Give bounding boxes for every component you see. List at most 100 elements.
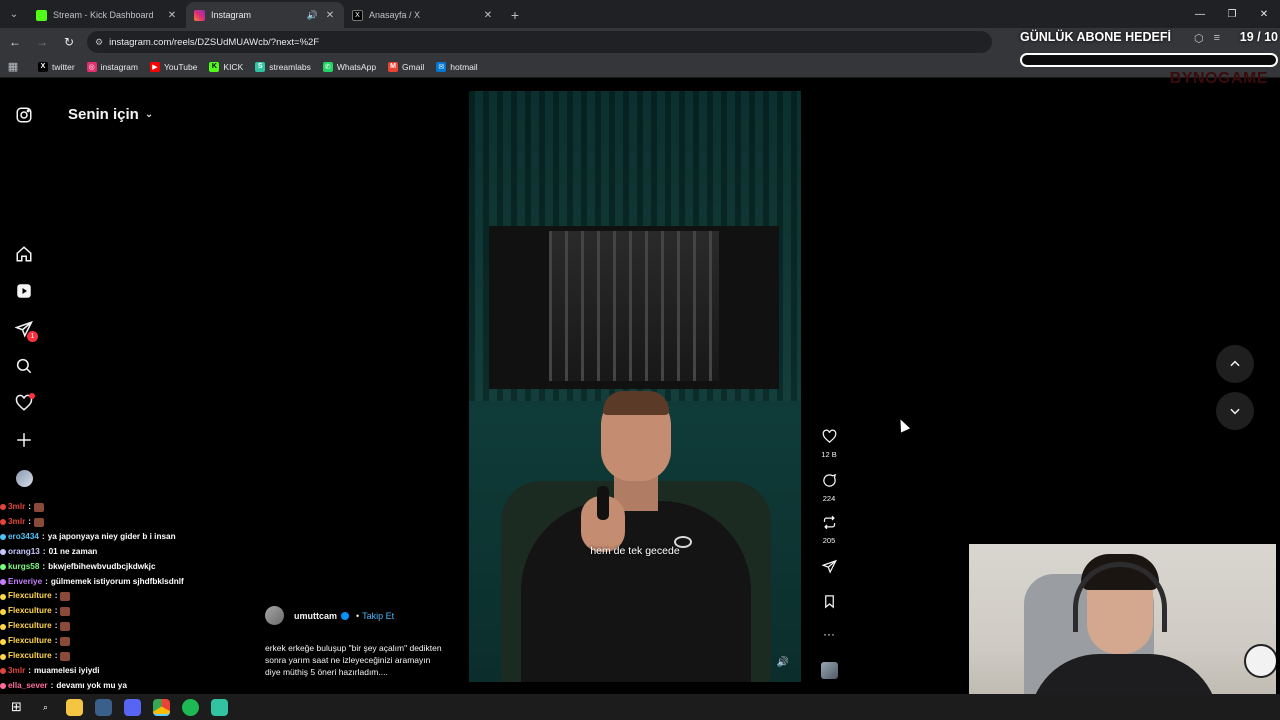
audio-thumbnail[interactable] <box>817 662 841 679</box>
brand-watermark: BYNOGAME <box>1169 70 1268 87</box>
minimize-icon[interactable]: — <box>1184 0 1216 28</box>
chat-message: kurgs58: bkwjefbihewbvudbcjkdwkjc <box>0 560 260 575</box>
share-paper-plane-icon <box>820 559 837 574</box>
close-window-icon[interactable]: ✕ <box>1248 0 1280 28</box>
share-button[interactable] <box>817 559 841 579</box>
bookmark-streamlabs[interactable]: Sstreamlabs <box>255 61 311 72</box>
bookmark-youtube[interactable]: ▶ YouTube <box>150 61 197 72</box>
x-favicon-icon: X <box>352 9 363 21</box>
soccer-ball-image <box>1244 644 1276 678</box>
chat-message: Flexculture: <box>0 604 260 619</box>
chat-badge-icon <box>0 519 6 526</box>
reel-video[interactable]: hem de tek gecede 🔊 <box>469 91 801 682</box>
author-avatar[interactable] <box>265 606 284 625</box>
back-arrow-icon[interactable]: ← <box>3 30 27 54</box>
chat-separator: : <box>28 665 32 675</box>
streamlabs-icon[interactable] <box>211 698 228 716</box>
discord-icon[interactable] <box>124 698 141 716</box>
home-icon[interactable] <box>14 244 34 264</box>
save-button[interactable] <box>817 594 841 614</box>
chat-separator: : <box>54 606 58 616</box>
comment-button[interactable]: 224 <box>817 473 841 503</box>
chat-separator: : <box>54 591 58 601</box>
chat-badge-icon <box>0 564 6 571</box>
apps-grid-icon[interactable]: ▦ <box>0 60 26 73</box>
author-username[interactable]: umuttcam <box>294 611 337 621</box>
reels-icon[interactable] <box>14 281 34 301</box>
whatsapp-logo-icon: ✆ <box>322 61 333 72</box>
file-explorer-icon[interactable] <box>66 698 83 716</box>
restore-icon[interactable]: ❐ <box>1216 0 1248 28</box>
feed-title: Senin için <box>68 106 139 123</box>
chat-separator: : <box>28 516 32 526</box>
forward-arrow-icon[interactable]: → <box>30 30 54 54</box>
tab-kick-dashboard[interactable]: Stream - Kick Dashboard ✕ <box>28 2 186 28</box>
reload-icon[interactable]: ↻ <box>57 30 81 54</box>
subscriber-goal-widget: GÜNLÜK ABONE HEDEFİ 19 / 10 <box>1020 30 1278 67</box>
video-subtitle: hem de tek gecede <box>590 545 680 557</box>
bookmark-hotmail[interactable]: ✉ hotmail <box>436 61 478 72</box>
windows-start-icon[interactable]: ⊞ <box>8 699 25 716</box>
feed-selector[interactable]: Senin için ⌄ <box>68 106 153 123</box>
chat-message: Flexculture: <box>0 649 260 664</box>
bookmark-twitter[interactable]: Xtwitter <box>38 61 75 72</box>
next-reel-button[interactable] <box>1216 392 1254 430</box>
more-options-icon[interactable]: ··· <box>817 627 841 641</box>
separator-dot: • <box>356 610 360 621</box>
chat-message: Flexculture: <box>0 634 260 649</box>
close-tab-icon[interactable]: ✕ <box>324 10 336 21</box>
chat-username: kurgs58 <box>8 561 40 571</box>
chat-message: orang13:01 ne zaman <box>0 545 260 560</box>
instagram-logo-icon[interactable] <box>14 105 34 125</box>
like-count: 12 B <box>821 450 837 459</box>
spotify-icon[interactable] <box>182 698 199 716</box>
chat-message: Enveriye: gülmemek istiyorum sjhdfbklsdnl… <box>0 575 260 590</box>
tab-search-chevron-icon[interactable]: ⌄ <box>0 0 28 28</box>
search-icon[interactable] <box>14 356 34 376</box>
chat-emote-icon <box>60 637 71 647</box>
notification-badge: 1 <box>27 331 38 342</box>
chat-separator: : <box>28 502 32 511</box>
bookmark-gmail[interactable]: M Gmail <box>388 61 425 72</box>
address-bar[interactable]: ⚙ instagram.com/reels/DZSUdMUAWcb/?next=… <box>87 31 992 53</box>
chat-username: Enveriye <box>8 576 43 586</box>
profile-avatar[interactable] <box>14 468 34 488</box>
chat-badge-icon <box>0 638 6 645</box>
comment-bubble-icon <box>822 473 836 487</box>
chat-emote-icon <box>60 622 71 632</box>
search-icon[interactable]: ⌕ <box>37 699 54 716</box>
bookmark-label: Gmail <box>402 61 425 72</box>
like-button[interactable]: 12 B <box>817 429 841 459</box>
chat-username: ero3434 <box>8 531 39 541</box>
chat-badge-icon <box>0 534 6 541</box>
chat-text: gülmemek istiyorum sjhdfbklsdnlf <box>50 576 184 586</box>
direct-messages-icon[interactable]: 1 <box>14 319 38 342</box>
volume-icon[interactable]: 🔊 <box>777 657 789 668</box>
bookmark-label: WhatsApp <box>336 61 377 72</box>
bookmark-whatsapp[interactable]: ✆ WhatsApp <box>322 61 377 72</box>
bookmark-kick[interactable]: K KICK <box>209 61 243 72</box>
chat-badge-icon <box>0 623 6 630</box>
create-plus-icon[interactable] <box>14 430 34 450</box>
repost-button[interactable]: 205 <box>817 515 841 545</box>
previous-reel-button[interactable] <box>1216 345 1254 383</box>
close-tab-icon[interactable]: ✕ <box>482 10 494 21</box>
audio-playing-icon[interactable]: 🔊 <box>307 10 318 21</box>
app-icon[interactable] <box>95 698 112 716</box>
close-tab-icon[interactable]: ✕ <box>166 10 178 21</box>
tab-x-home[interactable]: X Anasayfa / X ✕ <box>344 2 502 28</box>
chat-separator: : <box>42 546 46 556</box>
follow-button[interactable]: Takip Et <box>362 611 394 621</box>
heart-notifications-icon[interactable] <box>14 393 35 413</box>
chat-emote-icon <box>60 592 71 602</box>
reel-author: umuttcam • Takip Et <box>265 606 465 625</box>
tab-instagram[interactable]: Instagram 🔊 ✕ <box>186 2 344 28</box>
reel-description[interactable]: erkek erkeğe buluşup "bir şey açalım" de… <box>265 642 445 678</box>
site-info-icon[interactable]: ⚙ <box>95 37 103 48</box>
chrome-icon[interactable] <box>153 698 170 716</box>
goal-progress-bar <box>1020 53 1278 67</box>
chat-emote-icon <box>34 517 45 527</box>
outlook-logo-icon: ✉ <box>436 61 447 72</box>
bookmark-instagram[interactable]: ◎ instagram <box>86 61 138 72</box>
new-tab-plus-icon[interactable]: + <box>502 2 528 28</box>
